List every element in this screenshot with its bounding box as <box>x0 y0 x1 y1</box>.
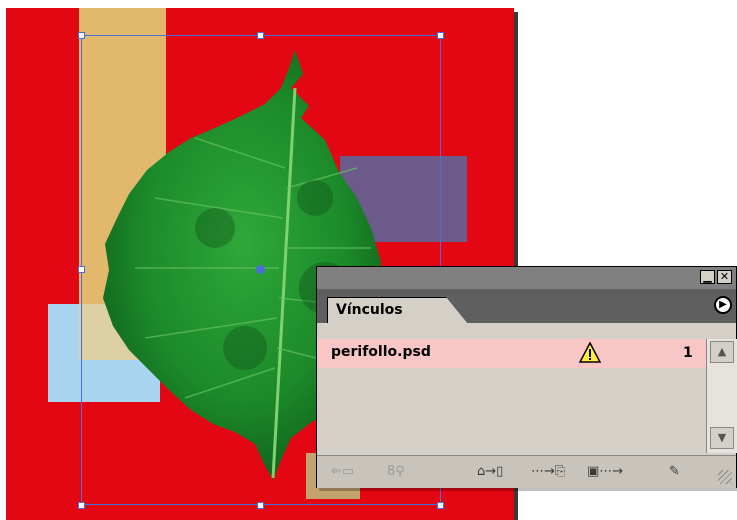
handle-bottom-right[interactable] <box>437 502 444 509</box>
panel-toolbar: ⇐▭ 8⚲ ⌂→▯ ⋯→⎘ ▣⋯→ ✎ <box>317 455 736 488</box>
panel-menu-icon[interactable]: ▶ <box>714 296 732 314</box>
scroll-down-icon[interactable]: ▼ <box>710 427 734 449</box>
links-panel: ▁ ✕ Vínculos ▶ perifollo.psd 1 ▲ ▼ ⇐▭ 8⚲… <box>316 266 737 488</box>
tab-vinculos[interactable]: Vínculos <box>327 297 468 324</box>
minimize-icon[interactable]: ▁ <box>700 270 715 284</box>
edit-original-icon[interactable]: ✎ <box>669 462 680 482</box>
handle-top-right[interactable] <box>437 32 444 39</box>
link-name: perifollo.psd <box>331 344 431 360</box>
link-page-number: 1 <box>683 345 693 361</box>
go-to-link-icon[interactable]: ⋯→⎘ <box>531 462 565 482</box>
panel-titlebar[interactable]: ▁ ✕ <box>317 267 736 290</box>
find-link-icon[interactable]: 8⚲ <box>387 462 405 482</box>
resize-grip-icon[interactable] <box>718 470 732 484</box>
handle-bottom-center[interactable] <box>257 502 264 509</box>
relink-to-cms-icon[interactable]: ⇐▭ <box>331 462 354 482</box>
update-link-icon[interactable]: ▣⋯→ <box>587 462 623 482</box>
handle-top-center[interactable] <box>257 32 264 39</box>
scrollbar[interactable]: ▲ ▼ <box>706 339 737 453</box>
list-item[interactable]: perifollo.psd 1 <box>317 339 706 368</box>
relink-icon[interactable]: ⌂→▯ <box>477 462 503 482</box>
warning-triangle-icon <box>579 342 601 363</box>
scroll-up-icon[interactable]: ▲ <box>710 341 734 363</box>
handle-middle-left[interactable] <box>78 266 85 273</box>
handle-top-left[interactable] <box>78 32 85 39</box>
panel-tab-strip: Vínculos ▶ <box>317 289 736 324</box>
close-icon[interactable]: ✕ <box>717 270 732 284</box>
links-list: perifollo.psd 1 <box>317 323 706 455</box>
handle-bottom-left[interactable] <box>78 502 85 509</box>
center-point[interactable] <box>256 265 265 274</box>
tab-label: Vínculos <box>336 302 403 318</box>
